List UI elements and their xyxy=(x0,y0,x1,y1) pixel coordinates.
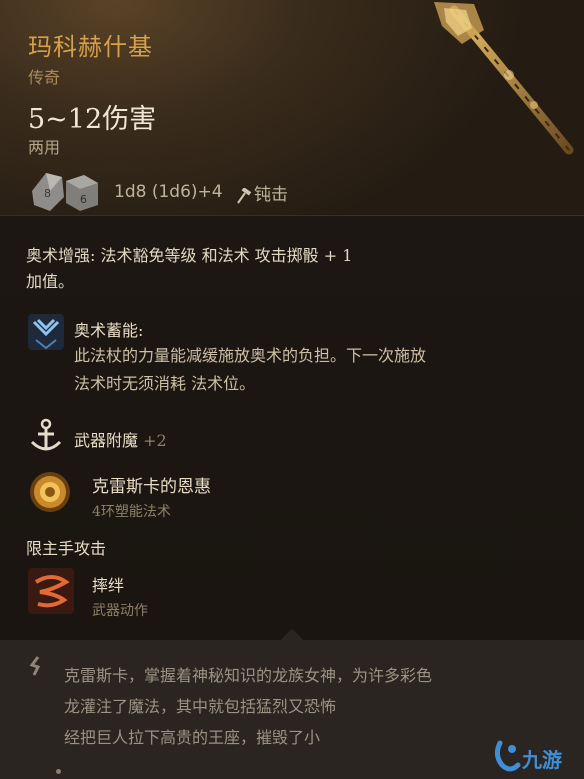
weapon-action-subtitle: 武器动作 xyxy=(92,603,148,619)
arcane-enchant-text: 奥术增强: 法术豁免等级 和法术 攻击掷骰 + 1 加值。 xyxy=(26,243,556,295)
dice-icons: 8 6 xyxy=(32,173,98,211)
enchant-line-1: 奥术增强: 法术豁免等级 和法术 攻击掷骰 + 1 xyxy=(26,246,353,265)
damage-type: 钝击 xyxy=(236,180,288,205)
item-tooltip: 玛科赫什基 传奇 5~12伤害 两用 8 6 1d8 (1d6)+4 钝击 奥术… xyxy=(0,0,584,779)
lore-bullet xyxy=(56,769,61,774)
lore-line-1: 克雷斯卡，掌握着神秘知识的龙族女神，为许多彩色 xyxy=(64,666,433,685)
grace-title: 克雷斯卡的恩惠 xyxy=(92,477,211,497)
lore-quote-icon xyxy=(29,656,41,676)
arcane-reserve-desc-line-2: 法术时无须消耗 法术位。 xyxy=(74,374,256,393)
main-hand-only-label: 限主手攻击 xyxy=(26,539,107,558)
enchant-line-2: 加值。 xyxy=(26,272,75,291)
staff-image xyxy=(434,2,574,155)
weapon-action-title: 摔绊 xyxy=(92,576,125,595)
arcane-reserve-title: 奥术蓄能: xyxy=(74,321,144,340)
arcane-reserve-desc-line-1: 此法杖的力量能减缓施放奥术的负担。下一次施放 xyxy=(74,346,427,365)
golden-seal-icon xyxy=(30,472,70,512)
lore-line-3: 经把巨人拉下高贵的王座，摧毁了小 xyxy=(64,728,321,747)
hammer-icon xyxy=(237,186,252,204)
item-handedness: 两用 xyxy=(28,138,61,157)
d6-die-icon: 6 xyxy=(66,175,98,211)
item-rarity: 传奇 xyxy=(28,68,61,87)
item-damage: 5~12伤害 xyxy=(28,104,157,135)
weapon-enchant: 武器附魔 +2 xyxy=(74,427,167,451)
grace-subtitle: 4环塑能法术 xyxy=(92,504,171,520)
weapon-enchant-title: 武器附魔 xyxy=(74,431,139,450)
lore-line-2: 龙灌注了魔法，其中就包括猛烈又恐怖 xyxy=(64,697,337,716)
damage-type-label: 钝击 xyxy=(254,185,288,205)
svg-text:8: 8 xyxy=(44,187,51,200)
arcane-reserve-desc: 此法杖的力量能减缓施放奥术的负担。下一次施放 法术时无须消耗 法术位。 xyxy=(74,342,554,398)
item-name: 玛科赫什基 xyxy=(28,33,153,61)
topple-icon xyxy=(28,568,74,614)
damage-dice-formula: 1d8 (1d6)+4 xyxy=(114,182,223,202)
lore-text: 克雷斯卡，掌握着神秘知识的龙族女神，为许多彩色 龙灌注了魔法，其中就包括猛烈又恐… xyxy=(64,660,554,753)
svg-text:6: 6 xyxy=(80,193,87,206)
arcane-reserve-icon xyxy=(28,314,64,350)
watermark-text: 九游 xyxy=(522,748,562,772)
anchor-icon xyxy=(30,418,62,451)
d8-die-icon: 8 xyxy=(32,173,64,211)
weapon-enchant-bonus: +2 xyxy=(143,431,167,450)
